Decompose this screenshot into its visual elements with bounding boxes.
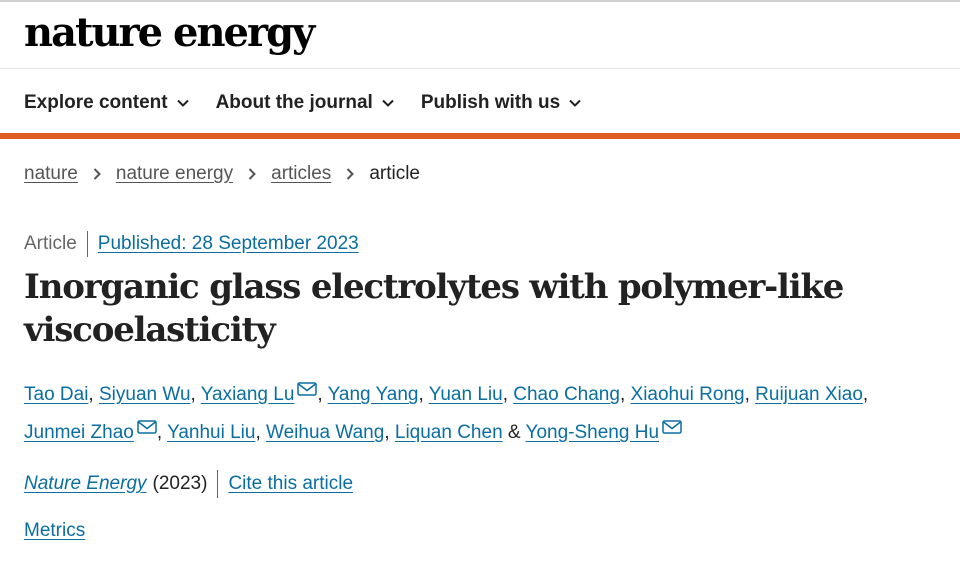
main-nav: Explore content About the journal Publis… bbox=[24, 86, 608, 120]
author-link[interactable]: Yuan Liu bbox=[429, 384, 503, 405]
journal-info: Nature Energy (2023) Cite this article bbox=[24, 470, 353, 498]
chevron-down-icon bbox=[569, 99, 581, 107]
article-title: Inorganic glass electrolytes with polyme… bbox=[24, 267, 844, 350]
nav-explore-content[interactable]: Explore content bbox=[24, 92, 190, 114]
nav-label: Publish with us bbox=[420, 92, 561, 113]
nav-label: Explore content bbox=[24, 92, 168, 113]
site-logo[interactable]: nature energy bbox=[24, 8, 315, 58]
mail-icon[interactable] bbox=[662, 420, 682, 434]
author-link[interactable]: Chao Chang bbox=[513, 384, 620, 405]
top-border bbox=[0, 0, 960, 2]
header-divider bbox=[0, 68, 960, 69]
author-link[interactable]: Junmei Zhao bbox=[24, 422, 134, 443]
breadcrumb-articles[interactable]: articles bbox=[271, 163, 331, 185]
author-link[interactable]: Siyuan Wu bbox=[99, 384, 191, 405]
article-meta: Article Published: 28 September 2023 bbox=[24, 231, 359, 257]
journal-name-link[interactable]: Nature Energy bbox=[24, 473, 147, 495]
author-link[interactable]: Tao Dai bbox=[24, 384, 88, 405]
breadcrumb: nature nature energy articles article bbox=[24, 163, 420, 185]
author-list: Tao Dai, Siyuan Wu, Yaxiang Lu, Yang Yan… bbox=[24, 382, 869, 443]
publication-year: (2023) bbox=[153, 470, 219, 498]
author-link[interactable]: Yong-Sheng Hu bbox=[526, 422, 659, 443]
breadcrumb-current: article bbox=[369, 163, 420, 184]
breadcrumb-nature[interactable]: nature bbox=[24, 163, 78, 185]
author-link[interactable]: Yanhui Liu bbox=[167, 422, 255, 443]
article-type: Article bbox=[24, 231, 88, 257]
breadcrumb-nature-energy[interactable]: nature energy bbox=[116, 163, 233, 185]
cite-article-link[interactable]: Cite this article bbox=[228, 473, 353, 495]
author-link[interactable]: Yaxiang Lu bbox=[201, 384, 295, 405]
mail-icon[interactable] bbox=[297, 382, 318, 396]
chevron-down-icon bbox=[176, 99, 189, 107]
chevron-down-icon bbox=[382, 99, 394, 107]
metrics-link[interactable]: Metrics bbox=[24, 520, 85, 542]
nav-label: About the journal bbox=[215, 92, 373, 113]
accent-bar bbox=[0, 133, 960, 139]
nav-about-journal[interactable]: About the journal bbox=[216, 92, 395, 114]
chevron-right-icon bbox=[248, 168, 257, 180]
author-link[interactable]: Liquan Chen bbox=[395, 422, 503, 443]
author-link[interactable]: Weihua Wang bbox=[266, 422, 384, 443]
published-date-link[interactable]: Published: 28 September 2023 bbox=[98, 233, 359, 255]
mail-icon[interactable] bbox=[137, 420, 157, 434]
chevron-right-icon bbox=[93, 168, 101, 180]
author-link[interactable]: Xiaohui Rong bbox=[631, 384, 745, 405]
nav-publish-with-us[interactable]: Publish with us bbox=[421, 92, 582, 114]
author-link[interactable]: Yang Yang bbox=[328, 384, 419, 405]
author-conjunction: & bbox=[507, 422, 521, 443]
chevron-right-icon bbox=[347, 168, 355, 180]
author-link[interactable]: Ruijuan Xiao bbox=[755, 384, 863, 405]
